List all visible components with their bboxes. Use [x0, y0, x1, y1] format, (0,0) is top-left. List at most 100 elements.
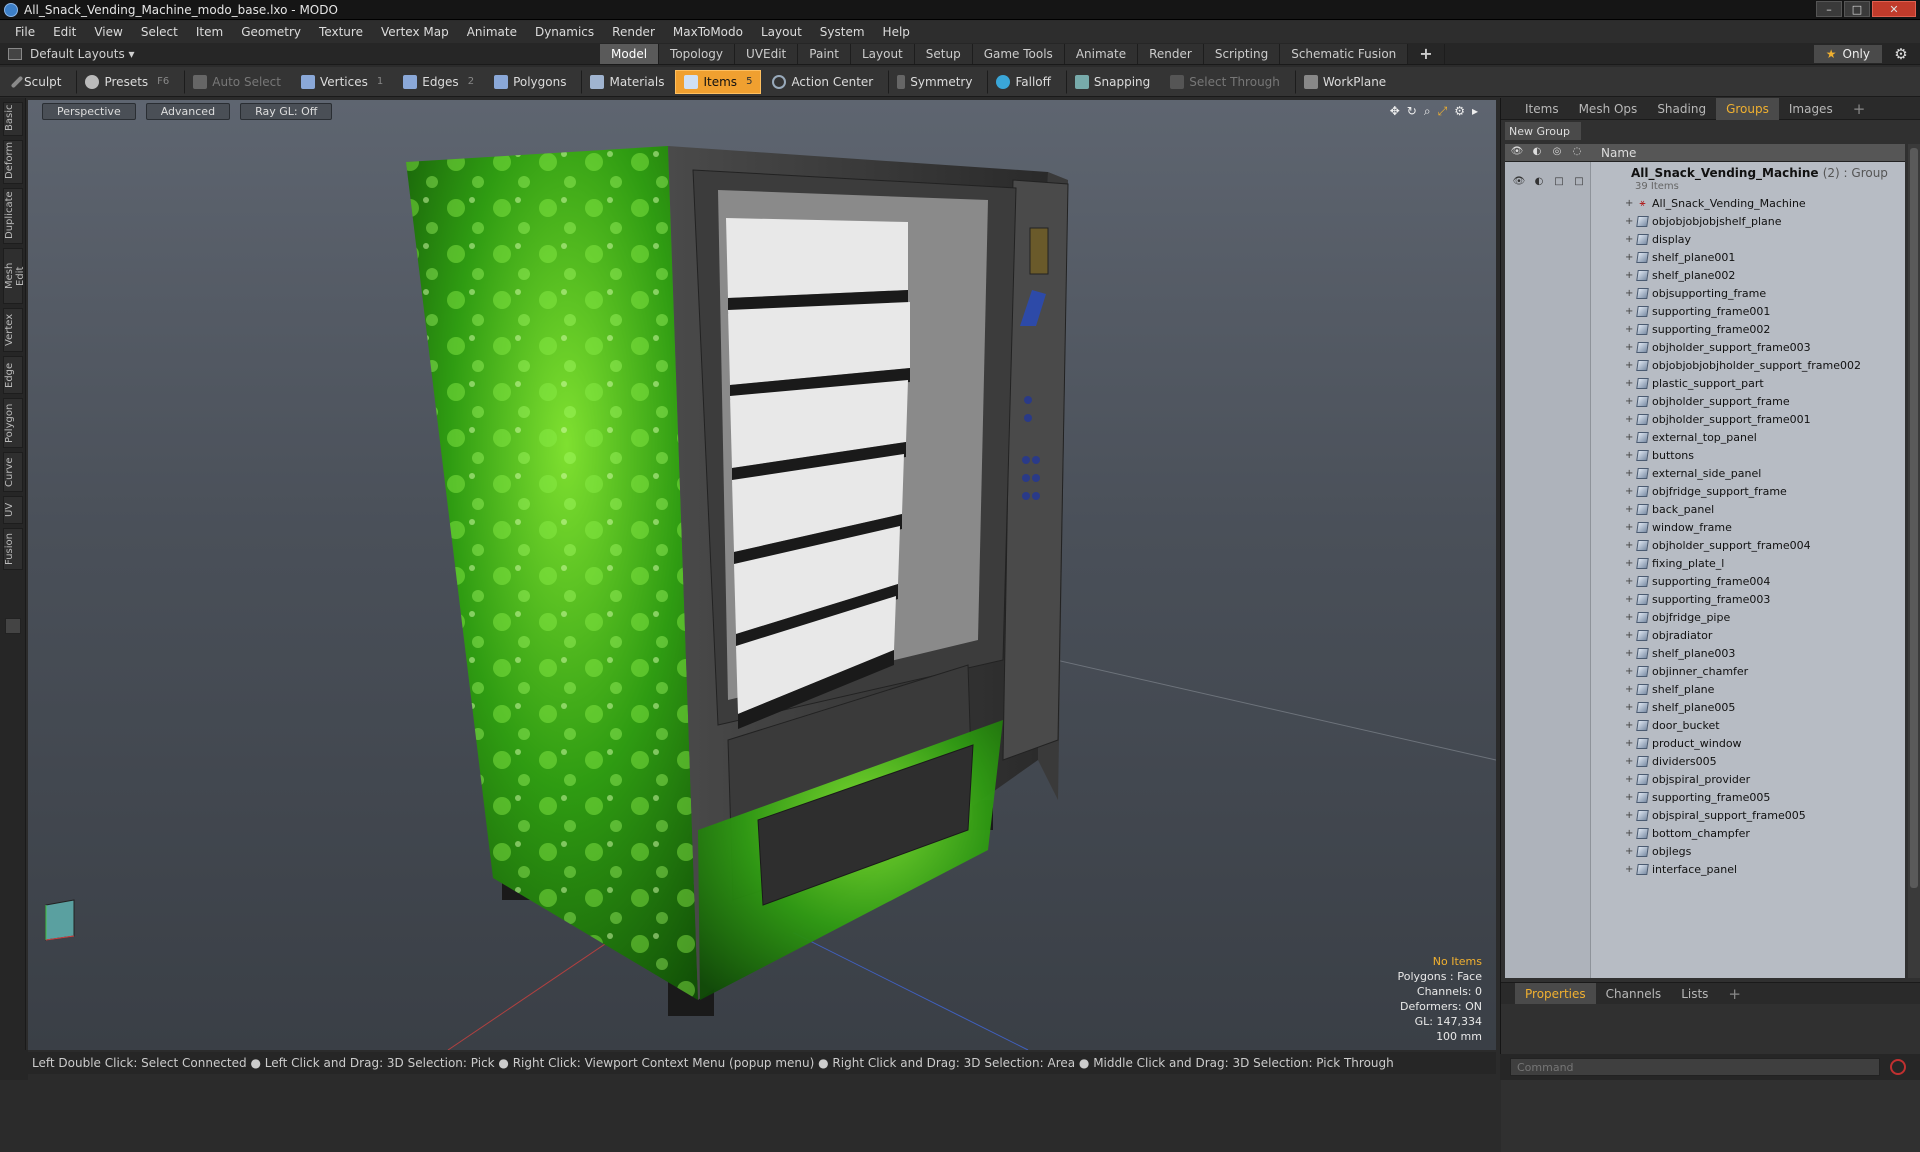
- tab-setup[interactable]: Setup: [914, 43, 973, 64]
- expand-icon[interactable]: +: [1625, 648, 1635, 659]
- new-group-button[interactable]: New Group: [1505, 122, 1581, 140]
- expand-icon[interactable]: +: [1625, 360, 1635, 371]
- list-item[interactable]: + objfridge_pipe: [1625, 608, 1730, 626]
- menu-file[interactable]: File: [6, 25, 44, 39]
- name-column-header[interactable]: Name: [1601, 146, 1636, 160]
- expand-icon[interactable]: +: [1625, 720, 1635, 731]
- list-item[interactable]: + display: [1625, 230, 1691, 248]
- tab-shading[interactable]: Shading: [1647, 98, 1716, 120]
- left-tab-duplicate[interactable]: Duplicate: [3, 188, 23, 244]
- menu-dynamics[interactable]: Dynamics: [526, 25, 603, 39]
- list-item[interactable]: + interface_panel: [1625, 860, 1737, 878]
- expand-icon[interactable]: +: [1625, 198, 1635, 209]
- expand-icon[interactable]: +: [1625, 414, 1635, 425]
- expand-icon[interactable]: +: [1625, 234, 1635, 245]
- expand-icon[interactable]: +: [1625, 486, 1635, 497]
- expand-icon[interactable]: +: [1625, 846, 1635, 857]
- materials-button[interactable]: Materials: [581, 69, 673, 94]
- add-tab-button[interactable]: +: [1408, 43, 1445, 64]
- left-tab-fusion[interactable]: Fusion: [3, 528, 23, 570]
- tab-groups[interactable]: Groups: [1716, 97, 1779, 120]
- toggle-panel-icon[interactable]: [5, 618, 21, 634]
- list-item[interactable]: + objobjobjobjholder_support_frame002: [1625, 356, 1861, 374]
- action-center-button[interactable]: Action Center: [763, 70, 882, 94]
- tab-channels[interactable]: Channels: [1596, 983, 1672, 1005]
- snapping-button[interactable]: Snapping: [1065, 69, 1159, 94]
- tab-topology[interactable]: Topology: [659, 43, 736, 64]
- menu-view[interactable]: View: [85, 25, 131, 39]
- falloff-button[interactable]: Falloff: [987, 69, 1059, 94]
- command-input[interactable]: [1510, 1058, 1880, 1076]
- list-item[interactable]: + external_top_panel: [1625, 428, 1757, 446]
- tab-mesh-ops[interactable]: Mesh Ops: [1569, 98, 1648, 120]
- tab-scripting[interactable]: Scripting: [1203, 43, 1281, 64]
- list-item[interactable]: + fixing_plate_l: [1625, 554, 1724, 572]
- minimize-button[interactable]: –: [1816, 1, 1842, 17]
- tab-items[interactable]: Items: [1515, 98, 1569, 120]
- expand-icon[interactable]: +: [1625, 396, 1635, 407]
- sculpt-button[interactable]: Sculpt: [6, 70, 70, 94]
- add-properties-tab-button[interactable]: +: [1718, 983, 1751, 1005]
- lock-col-icon[interactable]: ◐: [1529, 146, 1545, 160]
- menu-vertex-map[interactable]: Vertex Map: [372, 25, 458, 39]
- expand-icon[interactable]: +: [1625, 810, 1635, 821]
- add-panel-tab-button[interactable]: +: [1843, 98, 1876, 120]
- polygons-button[interactable]: Polygons: [485, 70, 575, 94]
- expand-icon[interactable]: +: [1625, 342, 1635, 353]
- vertices-button[interactable]: Vertices 1: [292, 70, 392, 94]
- expand-icon[interactable]: +: [1625, 630, 1635, 641]
- tab-layout[interactable]: Layout: [850, 43, 915, 64]
- expand-icon[interactable]: +: [1625, 774, 1635, 785]
- list-item[interactable]: + supporting_frame005: [1625, 788, 1770, 806]
- menu-maxtomodo[interactable]: MaxToModo: [664, 25, 752, 39]
- group-row[interactable]: All_Snack_Vending_Machine (2) : Group 39…: [1505, 162, 1905, 194]
- symmetry-button[interactable]: Symmetry: [888, 69, 981, 94]
- menu-select[interactable]: Select: [132, 25, 187, 39]
- list-item[interactable]: + supporting_frame004: [1625, 572, 1770, 590]
- groups-scrollbar[interactable]: [1908, 144, 1920, 978]
- expand-icon[interactable]: +: [1625, 324, 1635, 335]
- left-tab-deform[interactable]: Deform: [3, 140, 23, 184]
- list-item[interactable]: + plastic_support_part: [1625, 374, 1764, 392]
- list-item[interactable]: + objholder_support_frame001: [1625, 410, 1811, 428]
- list-item[interactable]: + objfridge_support_frame: [1625, 482, 1787, 500]
- tab-paint[interactable]: Paint: [798, 43, 851, 64]
- menu-animate[interactable]: Animate: [458, 25, 526, 39]
- stop-icon[interactable]: [1890, 1059, 1906, 1075]
- expand-icon[interactable]: +: [1625, 216, 1635, 227]
- expand-icon[interactable]: +: [1625, 558, 1635, 569]
- menu-geometry[interactable]: Geometry: [232, 25, 310, 39]
- tab-properties[interactable]: Properties: [1515, 982, 1596, 1005]
- expand-icon[interactable]: +: [1625, 468, 1635, 479]
- expand-icon[interactable]: +: [1625, 684, 1635, 695]
- maximize-button[interactable]: □: [1844, 1, 1870, 17]
- list-item[interactable]: + product_window: [1625, 734, 1742, 752]
- expand-icon[interactable]: +: [1625, 504, 1635, 515]
- expand-icon[interactable]: +: [1625, 252, 1635, 263]
- list-item[interactable]: + objinner_chamfer: [1625, 662, 1748, 680]
- select-through-button[interactable]: Select Through: [1161, 70, 1289, 94]
- gear-icon[interactable]: ⚙: [1892, 45, 1910, 63]
- items-button[interactable]: Items 5: [675, 69, 762, 94]
- list-item[interactable]: + supporting_frame002: [1625, 320, 1770, 338]
- list-item[interactable]: + objlegs: [1625, 842, 1691, 860]
- 3d-viewport[interactable]: Perspective Advanced Ray GL: Off ✥ ↻ ⌕ ⤢…: [28, 100, 1496, 1050]
- menu-render[interactable]: Render: [603, 25, 664, 39]
- tab-schematic-fusion[interactable]: Schematic Fusion: [1280, 43, 1409, 64]
- close-button[interactable]: ✕: [1872, 1, 1916, 17]
- list-item[interactable]: + window_frame: [1625, 518, 1732, 536]
- expand-icon[interactable]: +: [1625, 792, 1635, 803]
- expand-icon[interactable]: +: [1625, 306, 1635, 317]
- list-item[interactable]: + door_bucket: [1625, 716, 1720, 734]
- expand-icon[interactable]: +: [1625, 864, 1635, 875]
- scrollbar-thumb[interactable]: [1910, 148, 1918, 888]
- visibility-col-icon[interactable]: 👁: [1509, 146, 1525, 160]
- menu-system[interactable]: System: [811, 25, 874, 39]
- left-tab-basic[interactable]: Basic: [3, 102, 23, 136]
- expand-icon[interactable]: +: [1625, 270, 1635, 281]
- expand-icon[interactable]: +: [1625, 702, 1635, 713]
- list-item[interactable]: + objholder_support_frame: [1625, 392, 1790, 410]
- list-item[interactable]: + objholder_support_frame004: [1625, 536, 1811, 554]
- expand-icon[interactable]: +: [1625, 594, 1635, 605]
- expand-icon[interactable]: +: [1625, 576, 1635, 587]
